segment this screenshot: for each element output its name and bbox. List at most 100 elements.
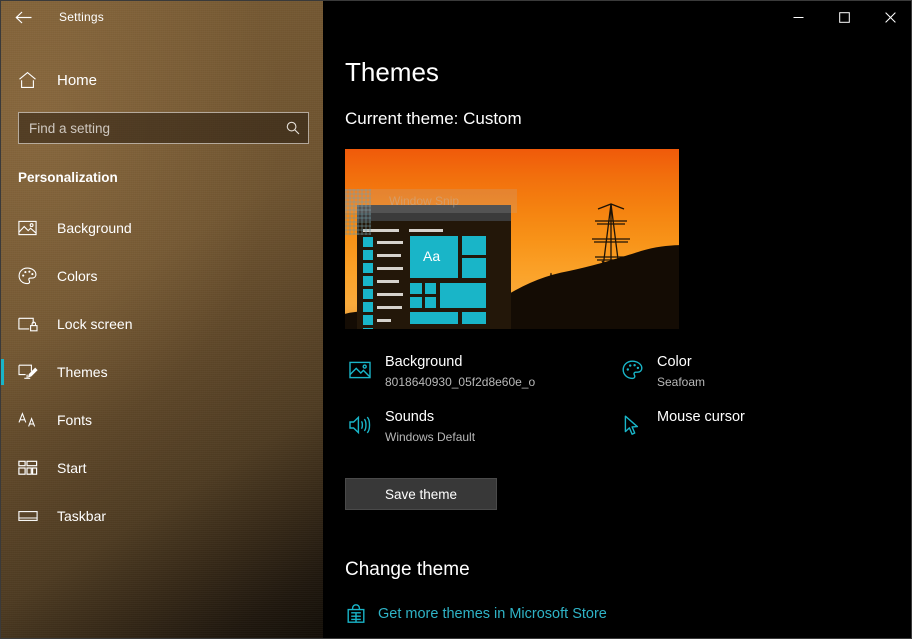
sidebar-item-themes[interactable]: Themes xyxy=(1,348,323,396)
preview-window-chrome xyxy=(357,205,511,221)
picture-icon xyxy=(18,220,42,236)
sidebar-item-label: Start xyxy=(57,460,87,476)
setting-text: Mouse cursor xyxy=(657,408,745,430)
sidebar-titlebar: Settings xyxy=(1,1,323,33)
preview-tile xyxy=(461,235,487,256)
sidebar: Settings Home Personalization xyxy=(1,1,323,639)
lock-screen-icon xyxy=(18,316,42,332)
picture-icon xyxy=(345,355,375,385)
search-input[interactable] xyxy=(19,121,278,136)
sidebar-item-label: Lock screen xyxy=(57,316,132,332)
current-theme-label: Current theme: Custom xyxy=(345,109,522,129)
theme-preview[interactable]: Aa Window Snip xyxy=(345,149,679,329)
setting-text: Sounds Windows Default xyxy=(385,408,475,445)
preview-nav-row xyxy=(363,250,409,260)
setting-name: Background xyxy=(385,354,462,370)
preview-nav-swatch xyxy=(363,289,373,299)
sidebar-item-lock-screen[interactable]: Lock screen xyxy=(1,300,323,348)
close-button[interactable] xyxy=(867,1,912,33)
preview-nav-row xyxy=(363,289,409,299)
preview-nav-line xyxy=(377,280,399,283)
preview-nav-swatch xyxy=(363,263,373,273)
palette-icon xyxy=(617,355,647,385)
setting-color[interactable]: Color Seafoam xyxy=(617,353,705,390)
search-box[interactable] xyxy=(18,112,309,144)
preview-tile xyxy=(439,282,487,309)
window-controls xyxy=(775,1,912,33)
preview-nav-swatch xyxy=(363,315,373,325)
start-tiles-icon xyxy=(18,460,42,476)
preview-tile-area: Aa xyxy=(409,227,493,329)
preview-tile xyxy=(409,311,459,325)
preview-tile-letter: Aa xyxy=(423,248,440,264)
store-icon xyxy=(345,603,367,625)
sidebar-item-taskbar[interactable]: Taskbar xyxy=(1,492,323,540)
back-arrow-icon[interactable] xyxy=(1,1,45,33)
setting-mouse-cursor[interactable]: Mouse cursor xyxy=(617,408,745,440)
preview-nav-line xyxy=(377,254,401,257)
preview-nav-row xyxy=(363,315,409,325)
preview-nav-swatch xyxy=(363,276,373,286)
window-title: Settings xyxy=(59,10,104,24)
setting-text: Color Seafoam xyxy=(657,353,705,390)
speaker-icon xyxy=(345,410,375,440)
preview-nav-line xyxy=(377,241,403,244)
preview-tile xyxy=(424,282,437,295)
preview-nav-line xyxy=(377,293,403,296)
preview-tile xyxy=(461,257,487,279)
preview-nav-column xyxy=(357,227,409,329)
preview-tile xyxy=(409,282,423,295)
setting-value: Windows Default xyxy=(385,430,475,445)
sidebar-item-background[interactable]: Background xyxy=(1,204,323,252)
sidebar-item-label: Background xyxy=(57,220,132,236)
preview-nav-line xyxy=(377,267,403,270)
setting-background[interactable]: Background 8018640930_05f2d8e60e_o xyxy=(345,353,535,390)
sidebar-section-label: Personalization xyxy=(1,170,323,185)
preview-nav-row xyxy=(363,302,409,312)
preview-nav-line xyxy=(377,306,402,309)
preview-nav-row xyxy=(363,328,409,329)
main-content: Themes Current theme: Custom xyxy=(323,1,912,639)
preview-window-mockup: Aa xyxy=(357,205,511,329)
search-icon[interactable] xyxy=(278,121,308,135)
preview-nav-swatch xyxy=(363,237,373,247)
sidebar-item-fonts[interactable]: Fonts xyxy=(1,396,323,444)
sidebar-item-start[interactable]: Start xyxy=(1,444,323,492)
setting-name: Mouse cursor xyxy=(657,409,745,425)
sidebar-item-colors[interactable]: Colors xyxy=(1,252,323,300)
preview-nav-swatch xyxy=(363,302,373,312)
setting-value: 8018640930_05f2d8e60e_o xyxy=(385,375,535,390)
preview-nav-line xyxy=(377,319,391,322)
settings-window: Settings Home Personalization xyxy=(0,0,912,639)
preview-nav-row xyxy=(363,276,409,286)
preview-tile xyxy=(461,311,487,325)
preview-nav-row xyxy=(363,237,409,247)
setting-value: Seafoam xyxy=(657,375,705,390)
fonts-icon xyxy=(18,412,42,428)
get-more-themes-link[interactable]: Get more themes in Microsoft Store xyxy=(345,603,607,625)
preview-nav-heading-bar xyxy=(363,229,399,232)
sidebar-item-label: Taskbar xyxy=(57,508,106,524)
setting-text: Background 8018640930_05f2d8e60e_o xyxy=(385,353,535,390)
save-theme-button[interactable]: Save theme xyxy=(345,478,497,510)
cursor-icon xyxy=(617,410,647,440)
preview-window-body: Aa xyxy=(357,221,511,329)
sidebar-item-label: Themes xyxy=(57,364,108,380)
sidebar-item-home[interactable]: Home xyxy=(1,60,323,100)
setting-name: Color xyxy=(657,354,692,370)
sidebar-nav-list: Background Colors xyxy=(1,204,323,540)
preview-tiles-heading-bar xyxy=(409,229,443,232)
home-icon xyxy=(18,71,42,89)
taskbar-icon xyxy=(18,509,42,523)
change-theme-heading: Change theme xyxy=(345,559,470,581)
maximize-button[interactable] xyxy=(821,1,867,33)
setting-sounds[interactable]: Sounds Windows Default xyxy=(345,408,475,445)
palette-icon xyxy=(18,267,42,285)
preview-tile xyxy=(424,296,437,309)
selection-indicator xyxy=(1,359,4,385)
setting-name: Sounds xyxy=(385,409,434,425)
page-title: Themes xyxy=(345,57,439,88)
minimize-button[interactable] xyxy=(775,1,821,33)
preview-nav-row xyxy=(363,263,409,273)
sidebar-item-label: Fonts xyxy=(57,412,92,428)
